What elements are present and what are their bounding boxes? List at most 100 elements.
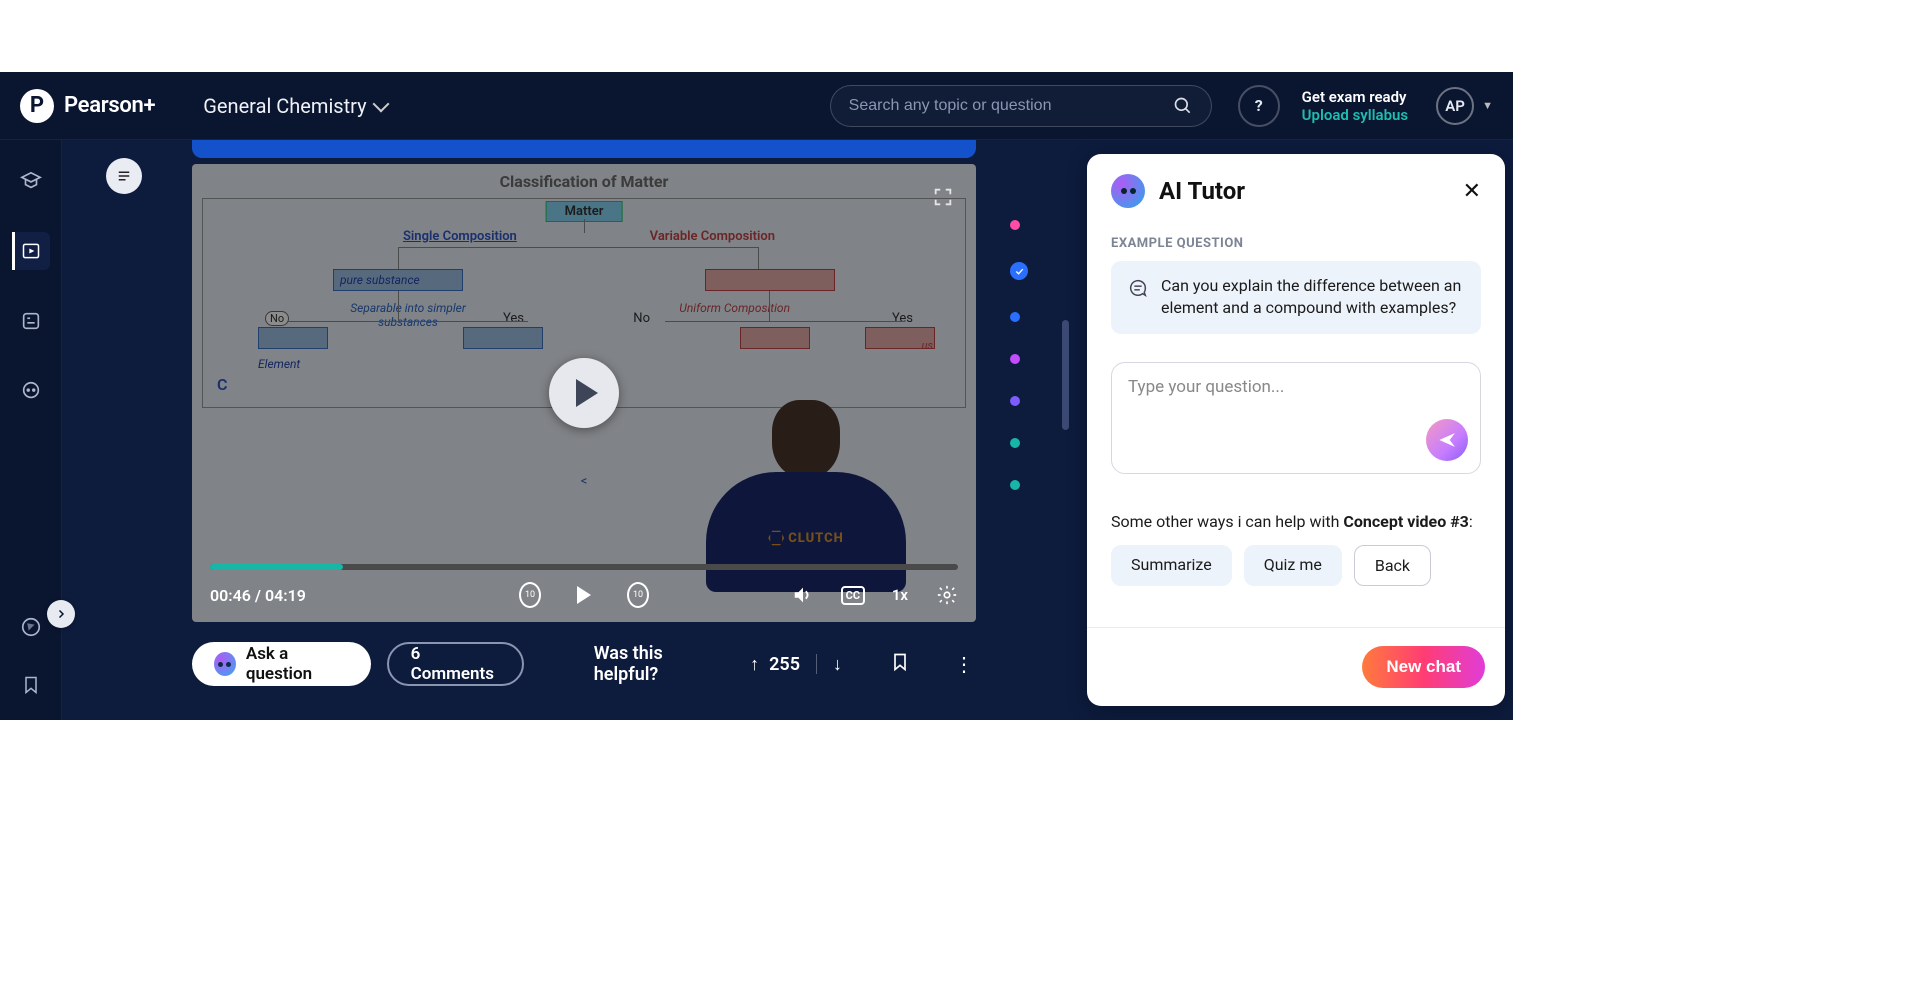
ai-tutor-header: AI Tutor ✕ [1087, 154, 1505, 222]
video-time: 00:46 / 04:19 [210, 586, 306, 605]
slide-cursor-arrow: < [581, 474, 588, 489]
progress-dot[interactable] [1010, 354, 1020, 364]
summarize-chip[interactable]: Summarize [1111, 545, 1232, 586]
flow-element: Element [258, 357, 328, 371]
help-button[interactable]: ? [1238, 85, 1280, 127]
course-selector[interactable]: General Chemistry [203, 94, 386, 118]
instructor-silhouette: CLUTCH [696, 382, 916, 592]
flow-letter-c: C [217, 375, 227, 394]
chevron-down-icon [372, 95, 389, 112]
more-options-button[interactable]: ⋮ [954, 652, 976, 676]
ai-tutor-title: AI Tutor [1159, 177, 1245, 205]
help-ways-text: Some other ways i can help with Concept … [1111, 512, 1481, 531]
flow-separable-label: Separable into simpler substances [343, 301, 473, 329]
instructor-shirt-logo: CLUTCH [768, 530, 844, 546]
video-player[interactable]: Classification of Matter Matter Single C… [192, 164, 976, 622]
flow-variable-composition: Variable Composition [650, 229, 775, 244]
app-header: P Pearson+ General Chemistry ? Get exam … [0, 72, 1513, 140]
flow-no-label-2: No [633, 311, 650, 326]
progress-dot[interactable] [1010, 312, 1020, 322]
flow-mixture-box [705, 269, 835, 291]
play-icon [576, 379, 598, 407]
video-progress-fill [210, 564, 343, 570]
lesson-banner [192, 140, 976, 158]
example-question-label: EXAMPLE QUESTION [1111, 236, 1481, 251]
bookmark-button[interactable] [890, 651, 910, 677]
play-overlay-button[interactable] [549, 358, 619, 428]
exam-ready-cta[interactable]: Get exam ready Upload syllabus [1302, 88, 1408, 124]
play-button[interactable] [573, 584, 595, 606]
flow-yes-left [463, 327, 543, 349]
downvote-button[interactable]: ↓ [833, 654, 842, 675]
question-input[interactable] [1128, 377, 1464, 437]
upload-syllabus-link[interactable]: Upload syllabus [1302, 106, 1408, 124]
ai-tutor-panel: AI Tutor ✕ EXAMPLE QUESTION Can you expl… [1087, 154, 1505, 706]
main-content: Classification of Matter Matter Single C… [62, 140, 1513, 720]
playback-speed-button[interactable]: 1x [892, 586, 908, 604]
flow-no-left [258, 327, 328, 349]
upvote-button[interactable]: ↑ [750, 654, 759, 675]
suggestion-chips: Summarize Quiz me Back [1111, 545, 1481, 586]
progress-dot[interactable] [1010, 396, 1020, 406]
question-input-wrap[interactable] [1111, 362, 1481, 474]
new-chat-button[interactable]: New chat [1362, 646, 1485, 688]
brand-name: Pearson+ [64, 93, 155, 118]
search-icon[interactable] [1173, 96, 1193, 116]
helpful-label: Was this helpful? [594, 643, 720, 685]
progress-dot[interactable] [1010, 438, 1020, 448]
comments-button[interactable]: 6 Comments [387, 642, 524, 686]
flow-no-right [740, 327, 810, 349]
example-question-text: Can you explain the difference between a… [1161, 275, 1465, 320]
ai-tutor-body[interactable]: EXAMPLE QUESTION Can you explain the dif… [1087, 222, 1505, 627]
ai-tutor-footer: New chat [1087, 627, 1505, 706]
ask-question-button[interactable]: Ask a question [192, 642, 371, 686]
video-outline-button[interactable] [106, 158, 142, 194]
volume-button[interactable] [792, 584, 814, 606]
progress-dot-current[interactable] [1010, 262, 1028, 280]
nav-explore-icon[interactable] [12, 608, 50, 646]
example-question-card[interactable]: Can you explain the difference between a… [1111, 261, 1481, 334]
video-progress-track[interactable] [210, 564, 958, 570]
slide-title: Classification of Matter [192, 172, 976, 191]
flow-single-composition: Single Composition [403, 229, 517, 244]
ai-icon [214, 652, 236, 676]
lesson-progress-dots [1010, 220, 1028, 490]
search-input[interactable] [849, 97, 1173, 115]
ai-tutor-logo-icon [1111, 174, 1145, 208]
user-avatar[interactable]: AP [1436, 87, 1474, 125]
nav-bookmarks-icon[interactable] [12, 666, 50, 704]
scrollbar-thumb[interactable] [1062, 320, 1069, 430]
rewind-10-button[interactable]: 10 [519, 584, 541, 606]
nav-videos-icon[interactable] [12, 232, 50, 270]
chat-bubble-icon [1127, 277, 1149, 299]
vote-widget: ↑ 255 ↓ [750, 654, 842, 675]
video-actions-row: Ask a question 6 Comments Was this helpf… [192, 642, 976, 686]
flow-yes-label-1: Yes [503, 311, 524, 326]
progress-dot[interactable] [1010, 480, 1020, 490]
settings-button[interactable] [936, 584, 958, 606]
back-chip[interactable]: Back [1354, 545, 1431, 586]
close-button[interactable]: ✕ [1463, 179, 1481, 204]
brand-logo[interactable]: P Pearson+ [20, 89, 155, 123]
nav-practice-icon[interactable] [12, 302, 50, 340]
nav-courses-icon[interactable] [12, 162, 50, 200]
avatar-menu-caret-icon[interactable]: ▼ [1482, 99, 1493, 112]
progress-dot[interactable] [1010, 220, 1020, 230]
nav-chat-icon[interactable] [12, 372, 50, 410]
fullscreen-button[interactable] [932, 186, 954, 208]
captions-button[interactable]: CC [842, 584, 864, 606]
exam-ready-label: Get exam ready [1302, 88, 1408, 106]
flow-pure-substance: pure substance [333, 269, 463, 291]
side-nav [0, 140, 62, 720]
forward-10-button[interactable]: 10 [627, 584, 649, 606]
quiz-me-chip[interactable]: Quiz me [1244, 545, 1342, 586]
video-section: Classification of Matter Matter Single C… [192, 140, 976, 686]
flow-yes-label-2: Yes [892, 311, 913, 326]
video-controls: 00:46 / 04:19 10 10 [210, 580, 958, 610]
vote-count: 255 [769, 654, 800, 675]
flow-no-label-1: No [265, 311, 289, 326]
search-field[interactable] [830, 85, 1212, 127]
course-name: General Chemistry [203, 94, 366, 118]
send-button[interactable] [1426, 419, 1468, 461]
hexagon-icon [768, 530, 784, 546]
